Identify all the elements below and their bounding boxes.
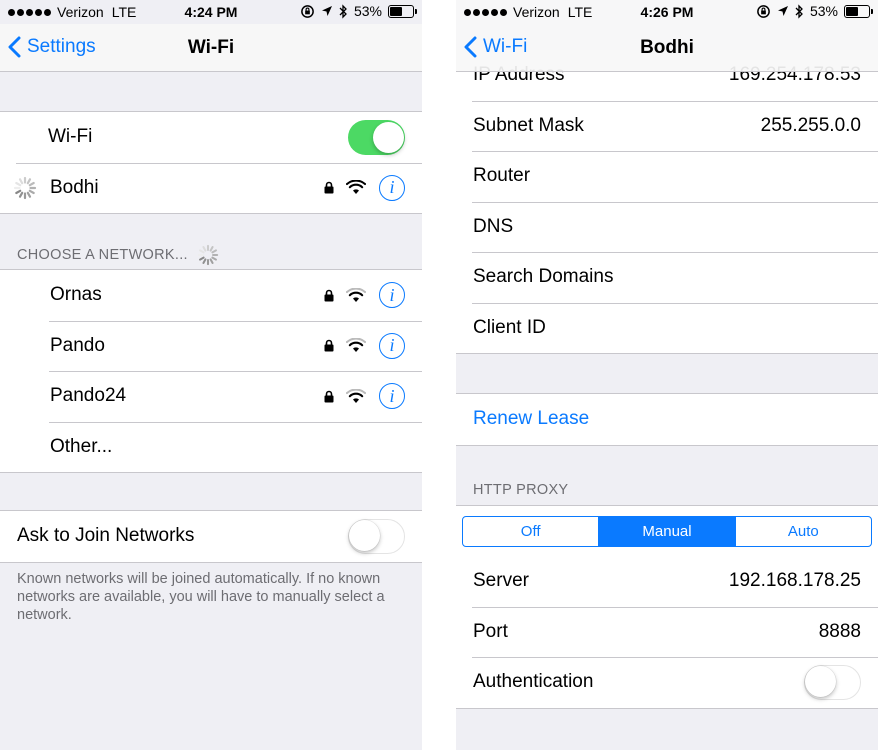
spinner-icon xyxy=(13,176,37,199)
ask-join-label: Ask to Join Networks xyxy=(17,525,195,547)
battery-icon xyxy=(388,4,417,18)
rotation-lock-icon xyxy=(301,4,314,18)
wifi-icon xyxy=(346,180,366,195)
http-proxy-header: HTTP PROXY xyxy=(473,482,569,498)
wifi-toggle-label: Wi-Fi xyxy=(48,126,93,148)
battery-percent: 53% xyxy=(353,3,382,19)
status-bar: Verizon LTE 4:24 PM 53% xyxy=(0,0,422,24)
detail-label: Search Domains xyxy=(473,266,614,288)
wifi-group: Wi-Fi Bodhi i xyxy=(0,111,422,214)
network-name: Other... xyxy=(50,435,113,457)
detail-label: DNS xyxy=(473,215,514,237)
network-icons: i xyxy=(324,383,405,410)
battery-icon xyxy=(844,4,873,18)
battery-percent: 53% xyxy=(809,3,838,19)
wifi-icon xyxy=(346,287,366,302)
wifi-icon xyxy=(346,388,366,403)
detail-row-dns: DNS xyxy=(456,201,878,253)
proxy-port-row[interactable]: Port 8888 xyxy=(456,606,878,658)
location-icon xyxy=(321,6,332,16)
wifi-toggle[interactable] xyxy=(348,119,405,155)
lock-icon xyxy=(324,339,334,352)
toggle-knob xyxy=(372,121,404,153)
proxy-server-value[interactable]: 192.168.178.25 xyxy=(729,570,861,592)
network-row-pando24[interactable]: Pando24 i xyxy=(0,371,422,422)
detail-row-router: Router xyxy=(456,151,878,202)
proxy-auth-label: Authentication xyxy=(473,671,594,693)
proxy-mode-auto[interactable]: Auto xyxy=(734,517,871,546)
network-row-ornas[interactable]: Ornas i xyxy=(0,270,422,321)
navigation-bar: Settings Wi-Fi xyxy=(0,24,422,72)
detail-row-client-id: Client ID xyxy=(456,302,878,354)
network-icons: i xyxy=(324,174,405,201)
network-row-pando[interactable]: Pando i xyxy=(0,320,422,372)
renew-lease-label: Renew Lease xyxy=(473,408,590,430)
status-right: 53% xyxy=(756,3,873,19)
proxy-auth-toggle[interactable] xyxy=(804,664,861,700)
info-icon[interactable]: i xyxy=(379,383,405,410)
proxy-server-row[interactable]: Server 192.168.178.25 xyxy=(456,556,878,607)
detail-label: Client ID xyxy=(473,316,546,338)
wifi-toggle-row: Wi-Fi xyxy=(0,112,422,163)
network-list: Ornas i Pando i Pando24 i Other... xyxy=(0,269,422,473)
page-title: Bodhi xyxy=(640,37,694,58)
detail-row-search-domains: Search Domains xyxy=(456,252,878,303)
lock-icon xyxy=(324,181,334,194)
bluetooth-icon xyxy=(795,3,803,19)
proxy-fields: Server 192.168.178.25 Port 8888 Authenti… xyxy=(456,556,878,708)
proxy-mode-manual[interactable]: Manual xyxy=(598,517,735,546)
network-name: Pando24 xyxy=(50,385,127,407)
info-icon[interactable]: i xyxy=(379,282,405,309)
network-name: Ornas xyxy=(50,284,102,306)
ask-join-footer: Known networks will be joined automatica… xyxy=(17,571,385,623)
choose-network-label: CHOOSE A NETWORK... xyxy=(17,247,188,263)
proxy-server-label: Server xyxy=(473,570,529,592)
wifi-settings-screen: Verizon LTE 4:24 PM 53% Settings Wi-Fi W… xyxy=(0,0,422,750)
ip-details-group: IP Address 169.254.178.53 Subnet Mask 25… xyxy=(456,50,878,354)
detail-label: Router xyxy=(473,165,531,187)
ask-join-group: Ask to Join Networks xyxy=(0,510,422,563)
bluetooth-icon xyxy=(339,3,347,19)
info-icon[interactable]: i xyxy=(379,332,405,359)
detail-label: Subnet Mask xyxy=(473,114,584,136)
lock-icon xyxy=(324,289,334,302)
network-icons: i xyxy=(324,282,405,309)
status-bar: Verizon LTE 4:26 PM 53% xyxy=(456,0,878,24)
rotation-lock-icon xyxy=(757,4,770,18)
proxy-mode-control: Off Manual Auto xyxy=(462,516,872,547)
ask-join-row: Ask to Join Networks xyxy=(0,511,422,562)
network-row-other[interactable]: Other... xyxy=(0,421,422,473)
proxy-port-label: Port xyxy=(473,620,508,642)
toggle-knob xyxy=(349,519,380,551)
renew-group: Renew Lease xyxy=(456,393,878,446)
ask-join-toggle[interactable] xyxy=(348,518,405,554)
wifi-icon xyxy=(346,338,366,353)
navigation-bar: Wi-Fi Bodhi xyxy=(456,24,878,72)
network-detail-screen: IP Address 169.254.178.53 Subnet Mask 25… xyxy=(456,0,878,750)
detail-value: 255.255.0.0 xyxy=(760,114,861,136)
spinner-icon xyxy=(197,244,219,266)
detail-row-subnet-mask: Subnet Mask 255.255.0.0 xyxy=(456,100,878,152)
proxy-mode-off[interactable]: Off xyxy=(463,517,598,546)
network-name: Pando xyxy=(50,334,105,356)
info-icon[interactable]: i xyxy=(379,174,405,201)
proxy-port-value[interactable]: 8888 xyxy=(819,621,861,643)
network-icons: i xyxy=(324,332,405,359)
status-right: 53% xyxy=(300,3,417,19)
connected-network-name: Bodhi xyxy=(50,176,99,198)
toggle-knob xyxy=(805,665,836,697)
location-icon xyxy=(777,6,788,16)
proxy-auth-row: Authentication xyxy=(456,657,878,708)
connected-network-row[interactable]: Bodhi i xyxy=(0,162,422,214)
renew-lease-button[interactable]: Renew Lease xyxy=(456,394,878,445)
lock-icon xyxy=(324,390,334,403)
proxy-group: Off Manual Auto Server 192.168.178.25 Po… xyxy=(456,505,878,709)
page-title: Wi-Fi xyxy=(187,37,235,58)
choose-network-header: CHOOSE A NETWORK... xyxy=(17,244,219,266)
